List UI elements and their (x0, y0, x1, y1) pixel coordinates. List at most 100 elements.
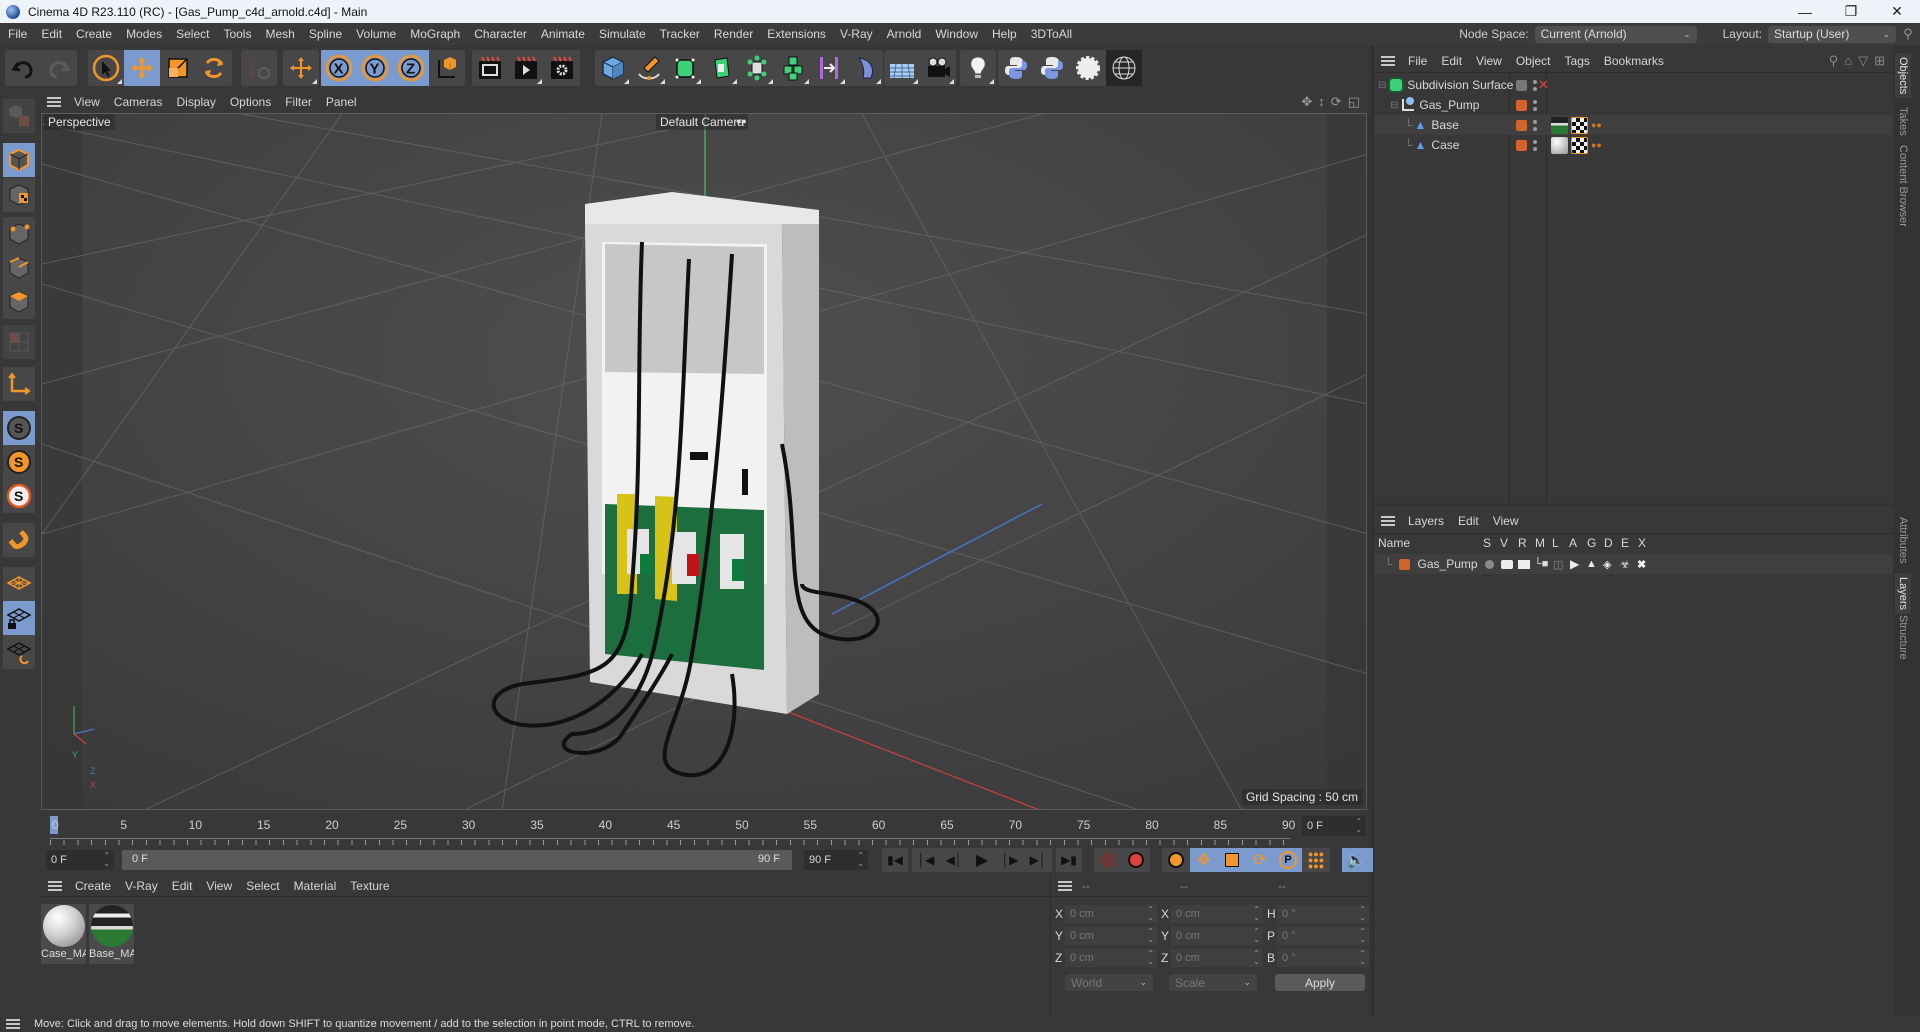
menu-spline[interactable]: Spline (301, 27, 348, 41)
home-icon[interactable]: ⌂ (1844, 53, 1852, 69)
viewport-menu-filter[interactable]: Filter (278, 95, 319, 109)
filter-icon[interactable]: ▽ (1858, 53, 1868, 69)
tab-layers[interactable]: Layers (1895, 573, 1911, 615)
viewport-menu-options[interactable]: Options (223, 95, 278, 109)
coordinate-mode-dropdown[interactable]: World ⌄ (1065, 974, 1153, 991)
toggle-layout-icon[interactable]: ◱ (1348, 94, 1360, 110)
object-menu-tags[interactable]: Tags (1558, 54, 1597, 68)
viewport-menu-display[interactable]: Display (169, 95, 222, 109)
next-frame-button[interactable]: │▶ (996, 848, 1024, 872)
viewport-menu-view[interactable]: View (67, 95, 107, 109)
menu-animate[interactable]: Animate (533, 27, 591, 41)
uvw-tag-icon[interactable] (1571, 136, 1588, 154)
snap-button[interactable]: S (3, 411, 35, 445)
layer-column-render[interactable]: R (1518, 536, 1527, 550)
rotation-b-field[interactable]: 0 ° ⌃ ⌄ (1277, 949, 1369, 967)
material-tag-icon[interactable] (1551, 116, 1568, 134)
position-y-field[interactable]: 0 cm ⌃ ⌄ (1065, 927, 1157, 945)
object-menu-object[interactable]: Object (1509, 54, 1558, 68)
layer-menu-edit[interactable]: Edit (1451, 514, 1486, 528)
material-swatch-case[interactable]: Case_MA (41, 904, 86, 964)
phong-tag-icon[interactable]: ●● (1591, 120, 1602, 130)
live-selection-button[interactable] (88, 50, 124, 86)
apply-button[interactable]: Apply (1275, 974, 1365, 991)
record-keys-button[interactable] (1094, 848, 1122, 872)
python-button[interactable] (998, 50, 1034, 86)
new-view-icon[interactable]: ⊞ (1874, 53, 1885, 69)
object-row-base[interactable]: └ ▲ Base ●● (1374, 115, 1894, 135)
layer-color-chip[interactable] (1516, 99, 1527, 111)
rotation-h-field[interactable]: 0 ° ⌃ ⌄ (1277, 905, 1369, 923)
tab-structure[interactable]: Structure (1897, 615, 1909, 660)
search-icon[interactable]: ⚲ (1896, 26, 1920, 42)
sphere-wireframe-button[interactable] (1106, 50, 1142, 86)
points-mode-button[interactable] (3, 217, 35, 251)
material-menu-edit[interactable]: Edit (165, 879, 200, 893)
menu-file[interactable]: File (0, 27, 33, 41)
expression-icon[interactable]: ☣ (1620, 558, 1630, 571)
tab-takes[interactable]: Takes (1897, 107, 1909, 136)
lock-icon[interactable]: ◫ (1553, 558, 1563, 571)
object-hamburger-icon[interactable] (1381, 55, 1395, 66)
layer-column-expressions[interactable]: E (1621, 536, 1629, 550)
layer-column-locked[interactable]: L (1552, 536, 1559, 550)
minimize-button[interactable]: — (1782, 0, 1828, 23)
make-editable-button[interactable] (3, 99, 35, 133)
tab-objects[interactable]: Objects (1895, 53, 1911, 99)
xref-icon[interactable]: ✖ (1637, 558, 1646, 571)
cloner-button[interactable] (739, 50, 775, 86)
render-clapper-icon[interactable] (1518, 559, 1530, 569)
key-pla-button[interactable]: ●●● ●●● ●●● (1302, 848, 1330, 872)
tab-content-browser[interactable]: Content Browser (1897, 145, 1909, 227)
snap-settings-button[interactable]: S (3, 445, 35, 479)
visibility-dots-icon[interactable] (1533, 99, 1537, 111)
z-axis-lock-button[interactable]: Z (393, 50, 429, 86)
menu-3dtoall[interactable]: 3DToAll (1023, 27, 1078, 41)
menu-mesh[interactable]: Mesh (257, 27, 300, 41)
key-settings-button[interactable] (1162, 848, 1190, 872)
next-key-button[interactable]: ▶│ (1024, 848, 1052, 872)
go-to-start-button[interactable]: ▮◀ (882, 848, 908, 872)
coordinate-system-button[interactable] (429, 50, 465, 86)
menu-edit[interactable]: Edit (33, 27, 68, 41)
menu-modes[interactable]: Modes (118, 27, 168, 41)
render-view-button[interactable] (472, 50, 508, 86)
menu-vray[interactable]: V-Ray (832, 27, 879, 41)
sound-button[interactable]: 🔈 (1342, 848, 1370, 872)
render-picture-viewer-button[interactable] (508, 50, 544, 86)
uvw-tag-icon[interactable] (1571, 116, 1588, 134)
key-scale-button[interactable] (1218, 848, 1246, 872)
menu-simulate[interactable]: Simulate (591, 27, 652, 41)
disabled-x-icon[interactable]: ✕ (1538, 77, 1549, 93)
status-hamburger-icon[interactable] (6, 1019, 20, 1029)
object-menu-file[interactable]: File (1401, 54, 1434, 68)
world-axis-button[interactable] (283, 50, 319, 86)
workplane-align-button[interactable] (3, 635, 35, 669)
menu-character[interactable]: Character (466, 27, 533, 41)
tab-attributes[interactable]: Attributes (1897, 517, 1909, 563)
undo-button[interactable] (5, 50, 41, 86)
camera-button[interactable] (920, 50, 956, 86)
projection-label[interactable]: Perspective (44, 114, 115, 130)
3d-viewport[interactable]: Perspective Default Camera ●● Grid Spaci… (41, 113, 1367, 810)
material-menu-material[interactable]: Material (287, 879, 344, 893)
solo-icon[interactable] (1485, 559, 1494, 569)
menu-tools[interactable]: Tools (215, 27, 257, 41)
magnet-button[interactable] (3, 523, 35, 557)
gear-plugin-button[interactable] (1070, 50, 1106, 86)
material-hamburger-icon[interactable] (48, 880, 62, 891)
viewport-hamburger-icon[interactable] (47, 97, 61, 107)
y-axis-lock-button[interactable]: Y (357, 50, 393, 86)
menu-render[interactable]: Render (706, 27, 759, 41)
rotation-p-field[interactable]: 0 ° ⌃ ⌄ (1277, 927, 1369, 945)
material-menu-select[interactable]: Select (239, 879, 286, 893)
position-z-field[interactable]: 0 cm ⌃ ⌄ (1065, 949, 1157, 967)
go-to-end-button[interactable]: ▶▮ (1056, 848, 1082, 872)
key-position-button[interactable]: ✥ (1190, 848, 1218, 872)
pen-button[interactable] (631, 50, 667, 86)
viewport-menu-panel[interactable]: Panel (319, 95, 364, 109)
position-x-field[interactable]: 0 cm ⌃ ⌄ (1065, 905, 1157, 923)
uv-mode-button[interactable] (3, 325, 35, 359)
timeline-ruler[interactable]: 0 5 10 15 20 25 30 35 40 45 50 55 60 65 70 75 80 85 90 (50, 814, 1295, 845)
preview-range-slider[interactable]: 0 F 90 F (122, 850, 792, 870)
